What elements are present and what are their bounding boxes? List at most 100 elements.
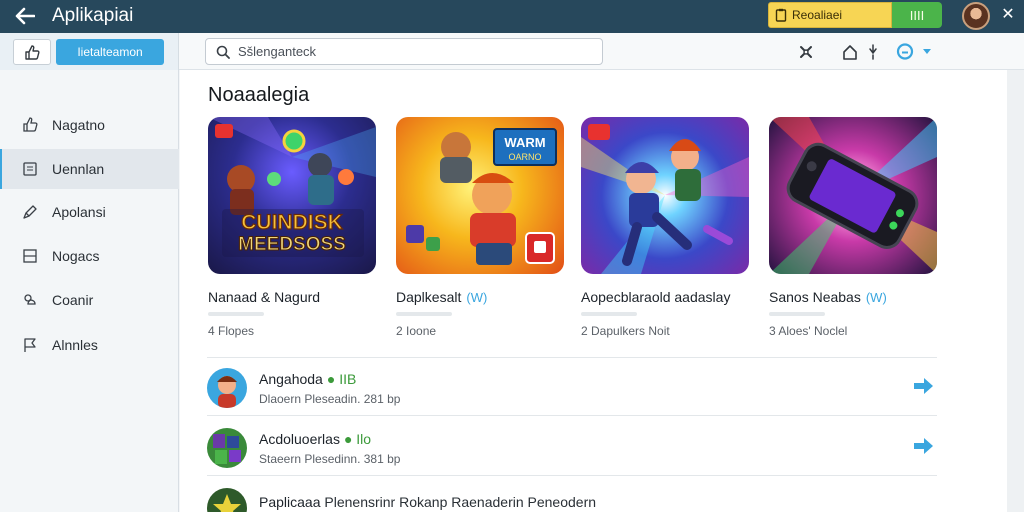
game-card-meta: 3 Aloes' Noclel xyxy=(769,324,848,338)
clipboard-icon xyxy=(775,8,787,22)
game-artwork: WARM OARNO xyxy=(406,128,557,265)
open-arrow-icon[interactable] xyxy=(912,437,934,455)
card-title-text: Nanaad & Nagurd xyxy=(208,289,321,305)
list-title-text: Acdoluoerlas xyxy=(259,431,340,447)
link-icon xyxy=(24,294,36,305)
section-title: Noaaalegia xyxy=(208,84,310,106)
sidebar-item-label: Alnnles xyxy=(52,337,98,353)
game-artwork xyxy=(769,117,937,274)
list-item-subtitle: Dlaoern Pleseadin. 281 bp xyxy=(259,392,401,406)
app-avatar xyxy=(207,368,247,408)
thumbs-up-icon xyxy=(23,117,38,132)
game-card-title: Sanos Neabas (W) xyxy=(769,289,887,305)
list-item-subtitle: Staeern Plesedinn. 381 bp xyxy=(259,452,401,466)
list-item-title: Paplicaaa Plenensrinr Rokanp Raenaderin … xyxy=(259,494,596,510)
card-divider-bar xyxy=(769,312,825,316)
game-card-title: Daplkesalt (W) xyxy=(396,289,487,305)
card-title-text: Aopecblaraold aadaslay xyxy=(581,289,731,305)
tools-icon[interactable] xyxy=(796,42,816,62)
svg-text:WARM: WARM xyxy=(504,135,545,150)
game-card-image[interactable] xyxy=(769,117,937,274)
chevron-down-icon[interactable] xyxy=(917,42,937,62)
sidebar-item-label: Nagatno xyxy=(52,117,105,133)
list-item[interactable]: Acdoluoerlas ● Ilo Staeern Plesedinn. 381… xyxy=(207,418,937,476)
sidebar-item-label: Coanir xyxy=(52,292,94,308)
toolbar: Iietalteamon xyxy=(0,33,1024,70)
game-card[interactable]: Sanos Neabas (W) 3 Aloes' Noclel xyxy=(769,117,937,338)
close-icon[interactable]: ✕ xyxy=(1000,6,1016,24)
game-artwork xyxy=(581,124,749,274)
svg-text:CUINDISK: CUINDISK xyxy=(241,211,343,234)
list-title-text: Paplicaaa xyxy=(259,494,321,510)
primary-action-button[interactable]: Iietalteamon xyxy=(56,39,164,65)
flag-icon xyxy=(24,338,36,352)
sidebar-item-nagatno[interactable]: Nagatno xyxy=(0,105,179,145)
game-card-image[interactable] xyxy=(581,117,749,274)
sidebar-item-label: Nogacs xyxy=(52,248,100,264)
svg-text:MEEDSOSS: MEEDSOSS xyxy=(238,234,346,255)
search-icon xyxy=(216,45,230,59)
bulb-icon[interactable] xyxy=(863,42,883,62)
pen-icon xyxy=(23,205,37,219)
thumbs-up-icon xyxy=(25,44,40,60)
home-icon[interactable] xyxy=(840,42,860,62)
promo-label: Reoaliaei xyxy=(792,8,843,22)
game-card[interactable]: CUINDISK MEEDSOSS Nanaad & Nagurd 4 Flop… xyxy=(208,117,376,338)
game-card-title: Nanaad & Nagurd xyxy=(208,289,320,305)
promo-count-button[interactable]: IIII xyxy=(892,2,942,28)
document-icon xyxy=(23,162,37,176)
open-arrow-icon[interactable] xyxy=(912,377,934,395)
sidebar-item-label: Apolansi xyxy=(52,204,106,220)
sidebar-item-apolansi[interactable]: Apolansi xyxy=(0,192,179,232)
app-avatar xyxy=(207,488,247,512)
list-title-accent: ● IIB xyxy=(326,371,357,387)
list-title-text: Angahoda xyxy=(259,371,323,387)
scrollbar[interactable] xyxy=(1007,70,1024,512)
sidebar-item-label: Uennlan xyxy=(52,161,105,177)
list-title-accent: ● Ilo xyxy=(343,431,372,447)
toolbar-left-panel: Iietalteamon xyxy=(0,33,179,70)
game-card-title: Aopecblaraold aadaslay xyxy=(581,289,730,305)
game-card-meta: 2 Dapulkers Noit xyxy=(581,324,670,338)
user-avatar[interactable] xyxy=(962,2,990,30)
game-card-image[interactable]: CUINDISK MEEDSOSS xyxy=(208,117,376,274)
list-divider xyxy=(207,475,937,476)
arrow-left-icon xyxy=(15,7,35,25)
promo-button[interactable]: Reoaliaei xyxy=(768,2,892,28)
card-badge: (W) xyxy=(865,289,887,305)
card-divider-bar xyxy=(396,312,452,316)
game-artwork: CUINDISK MEEDSOSS xyxy=(208,117,376,257)
game-card[interactable]: WARM OARNO Daplkesalt (W) 2 Ioone xyxy=(396,117,564,338)
sidebar-item-alnnles[interactable]: Alnnles xyxy=(0,325,179,365)
card-badge: (W) xyxy=(466,289,488,305)
game-card-meta: 2 Ioone xyxy=(396,324,437,338)
list-item[interactable]: Angahoda ● IIB Dlaoern Pleseadin. 281 bp xyxy=(207,358,937,416)
search-input[interactable] xyxy=(238,44,578,59)
title-bar: Aplikapiai Reoaliaei IIII ✕ xyxy=(0,0,1024,33)
search-bar[interactable] xyxy=(205,38,603,65)
book-icon xyxy=(23,249,37,263)
card-title-text: Daplkesalt xyxy=(396,289,462,305)
list-item-title: Angahoda ● IIB xyxy=(259,371,356,387)
sidebar-item-coanir[interactable]: Coanir xyxy=(0,280,179,320)
chat-icon[interactable] xyxy=(895,42,915,62)
like-button[interactable] xyxy=(13,39,51,65)
card-divider-bar xyxy=(208,312,264,316)
sidebar-item-uennlan[interactable]: Uennlan xyxy=(0,149,179,189)
app-avatar xyxy=(207,428,247,468)
card-divider-bar xyxy=(581,312,637,316)
sidebar: Nagatno Uennlan Apolansi Nogacs Coanir A… xyxy=(0,70,179,512)
svg-text:OARNO: OARNO xyxy=(508,152,541,162)
main-content: Noaaalegia CUINDISK MEEDSOSS Nanaad & Na… xyxy=(180,70,1007,512)
game-card[interactable]: Aopecblaraold aadaslay 2 Dapulkers Noit xyxy=(581,117,749,338)
card-title-text: Sanos Neabas xyxy=(769,289,861,305)
list-item[interactable]: Paplicaaa Plenensrinr Rokanp Raenaderin … xyxy=(207,478,937,512)
game-card-image[interactable]: WARM OARNO xyxy=(396,117,564,274)
game-card-meta: 4 Flopes xyxy=(208,324,255,338)
list-divider xyxy=(207,415,937,416)
app-title: Aplikapiai xyxy=(52,5,134,26)
sidebar-item-nogacs[interactable]: Nogacs xyxy=(0,236,179,276)
back-button[interactable] xyxy=(12,4,38,28)
list-title-accent: Plenensrinr Rokanp Raenaderin Peneodern xyxy=(324,494,597,510)
list-item-title: Acdoluoerlas ● Ilo xyxy=(259,431,371,447)
